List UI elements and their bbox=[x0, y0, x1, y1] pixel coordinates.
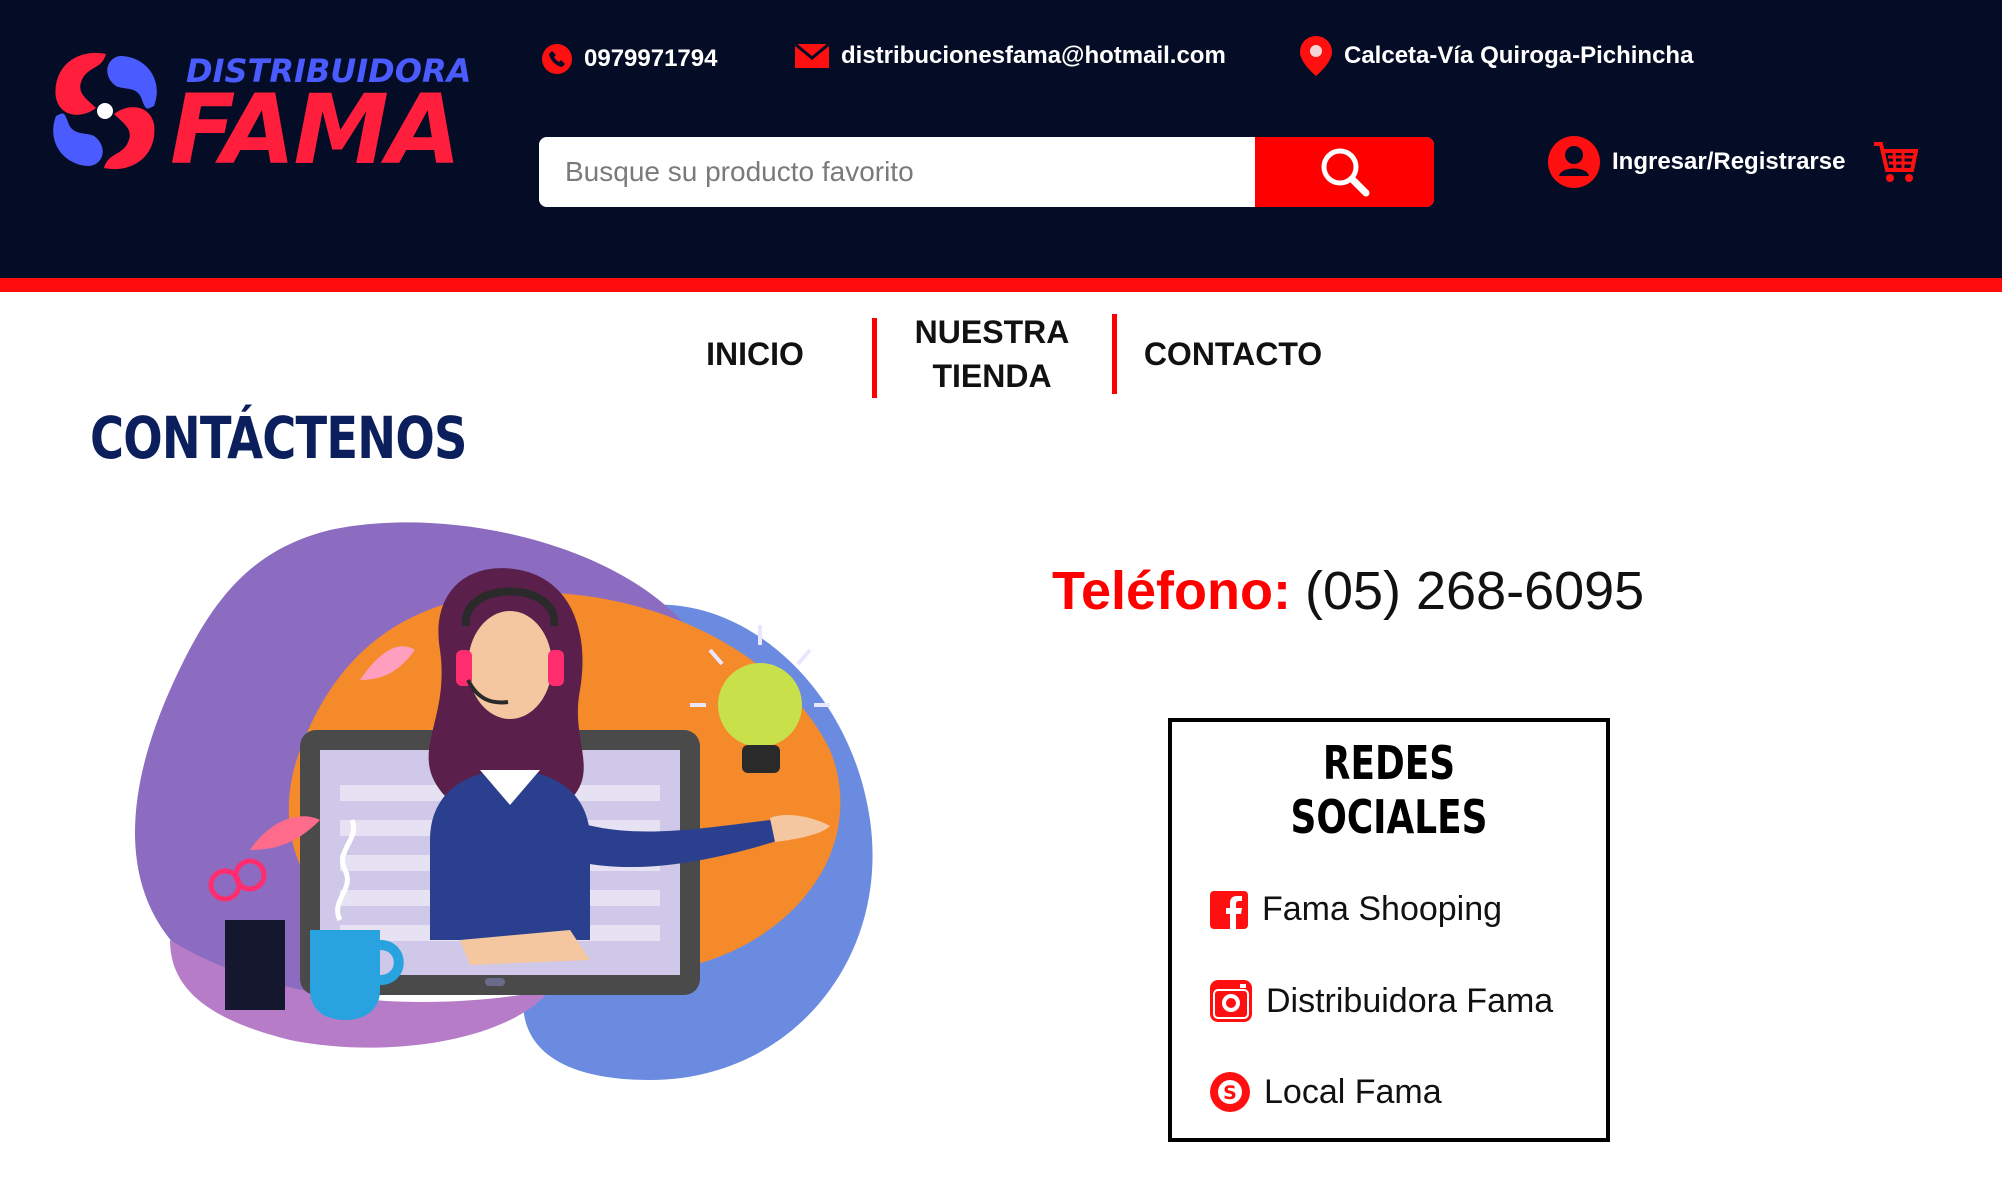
nav-divider bbox=[1112, 314, 1117, 394]
nav-divider bbox=[872, 318, 877, 398]
header-location[interactable]: Calceta-Vía Quiroga-Pichincha bbox=[1300, 36, 1693, 76]
social-networks-title: REDES SOCIALES bbox=[1290, 736, 1488, 844]
skype-icon: S bbox=[1210, 1072, 1250, 1112]
login-register-link[interactable]: Ingresar/Registrarse bbox=[1548, 136, 1845, 188]
social-facebook-label: Fama Shooping bbox=[1262, 890, 1503, 928]
contact-phone-label: Teléfono: bbox=[1052, 561, 1291, 621]
search-input[interactable] bbox=[539, 137, 1255, 207]
mail-icon bbox=[795, 44, 829, 68]
header-phone-text: 0979971794 bbox=[584, 45, 718, 72]
instagram-icon bbox=[1210, 980, 1252, 1022]
nav-nuestra-tienda[interactable]: NUESTRA TIENDA bbox=[900, 310, 1084, 398]
search-button[interactable] bbox=[1255, 137, 1434, 207]
contact-phone-value: (05) 268-6095 bbox=[1304, 561, 1645, 621]
search-icon bbox=[1321, 148, 1369, 197]
page-title: CONTÁCTENOS bbox=[90, 404, 467, 472]
nav-inicio[interactable]: INICIO bbox=[680, 332, 830, 376]
logo-main-text: FAMA bbox=[170, 74, 461, 186]
map-pin-icon bbox=[1300, 36, 1332, 76]
nav-contacto[interactable]: CONTACTO bbox=[1140, 332, 1326, 376]
social-facebook-link[interactable]: Fama Shooping bbox=[1210, 890, 1502, 929]
social-skype-link[interactable]: S Local Fama bbox=[1210, 1072, 1442, 1112]
social-networks-box: REDES SOCIALES Fama Shooping Distribuido… bbox=[1168, 718, 1610, 1142]
social-skype-label: Local Fama bbox=[1264, 1072, 1442, 1111]
cart-icon[interactable] bbox=[1872, 140, 1918, 184]
header-phone[interactable]: 0979971794 bbox=[542, 44, 717, 74]
search-bar bbox=[539, 137, 1434, 207]
nav-nuestra-tienda-line2: TIENDA bbox=[932, 358, 1052, 394]
contact-phone[interactable]: Teléfono: (05) 268-6095 bbox=[1052, 560, 1644, 622]
login-register-label: Ingresar/Registrarse bbox=[1612, 148, 1846, 175]
site-header: DISTRIBUIDORA FAMA 0979971794 distribuci… bbox=[0, 0, 2002, 292]
phone-icon bbox=[542, 44, 572, 74]
user-icon bbox=[1548, 136, 1600, 188]
social-instagram-link[interactable]: Distribuidora Fama bbox=[1210, 980, 1553, 1022]
header-email-text: distribucionesfama@hotmail.com bbox=[841, 42, 1226, 69]
logo-swirl-icon bbox=[53, 52, 157, 170]
brand-logo[interactable]: DISTRIBUIDORA FAMA bbox=[46, 44, 471, 184]
customer-support-illustration bbox=[135, 522, 873, 1080]
header-email[interactable]: distribucionesfama@hotmail.com bbox=[795, 42, 1226, 70]
header-location-text: Calceta-Vía Quiroga-Pichincha bbox=[1344, 42, 1694, 69]
nav-nuestra-tienda-line1: NUESTRA bbox=[914, 314, 1070, 350]
svg-text:S: S bbox=[1223, 1082, 1237, 1104]
facebook-icon bbox=[1210, 890, 1248, 929]
social-instagram-label: Distribuidora Fama bbox=[1266, 981, 1554, 1020]
